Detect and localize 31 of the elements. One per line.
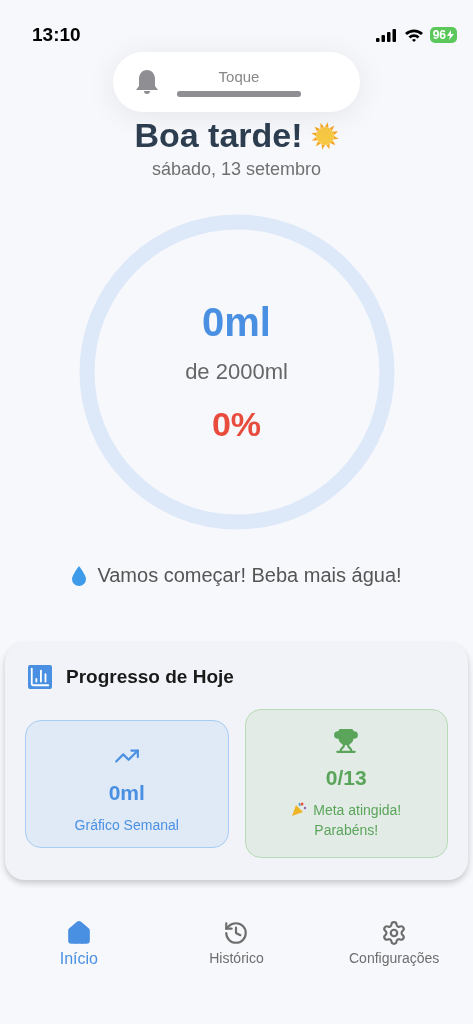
tile-value: 0ml bbox=[108, 780, 145, 805]
motivation-message: Vamos começar! Beba mais água! bbox=[97, 564, 402, 587]
home-icon bbox=[65, 920, 92, 946]
trophy-icon bbox=[333, 728, 360, 754]
nav-tab[interactable]: Início bbox=[3, 920, 154, 976]
card-title: Progresso de Hoje bbox=[66, 666, 234, 688]
percent-label: 0% bbox=[211, 405, 262, 444]
battery-indicator: 96 bbox=[429, 27, 457, 43]
history-icon bbox=[223, 920, 250, 946]
party-popper-icon bbox=[291, 801, 308, 817]
toast-label: Toque bbox=[218, 67, 260, 85]
bar-chart-icon bbox=[28, 665, 52, 689]
tile-caption: Meta atingida! Parabéns! bbox=[271, 800, 422, 841]
goal-label: de 2000ml bbox=[185, 359, 288, 385]
goal-tile[interactable]: 0/13 Meta atingida! Parabéns! bbox=[244, 709, 448, 858]
weekly-tile[interactable]: 0ml Gráfico Semanal bbox=[25, 719, 229, 848]
signal-icon bbox=[375, 28, 398, 42]
tile-caption: Gráfico Semanal bbox=[74, 815, 179, 835]
tile-value: 0/13 bbox=[325, 766, 367, 790]
bell-icon bbox=[135, 69, 159, 95]
droplet-icon bbox=[71, 564, 88, 587]
wifi-icon bbox=[403, 28, 424, 42]
date-label: sábado, 13 setembro bbox=[150, 159, 323, 180]
nav-tab[interactable]: Configurações bbox=[319, 920, 470, 976]
charging-icon bbox=[447, 30, 454, 40]
settings-icon bbox=[381, 920, 408, 946]
sun-icon bbox=[310, 121, 339, 150]
nav-tab[interactable]: Histórico bbox=[161, 920, 312, 976]
greeting: Boa tarde! bbox=[134, 116, 303, 155]
status-time: 13:10 bbox=[32, 24, 81, 46]
intake-amount: 0ml bbox=[202, 300, 271, 345]
